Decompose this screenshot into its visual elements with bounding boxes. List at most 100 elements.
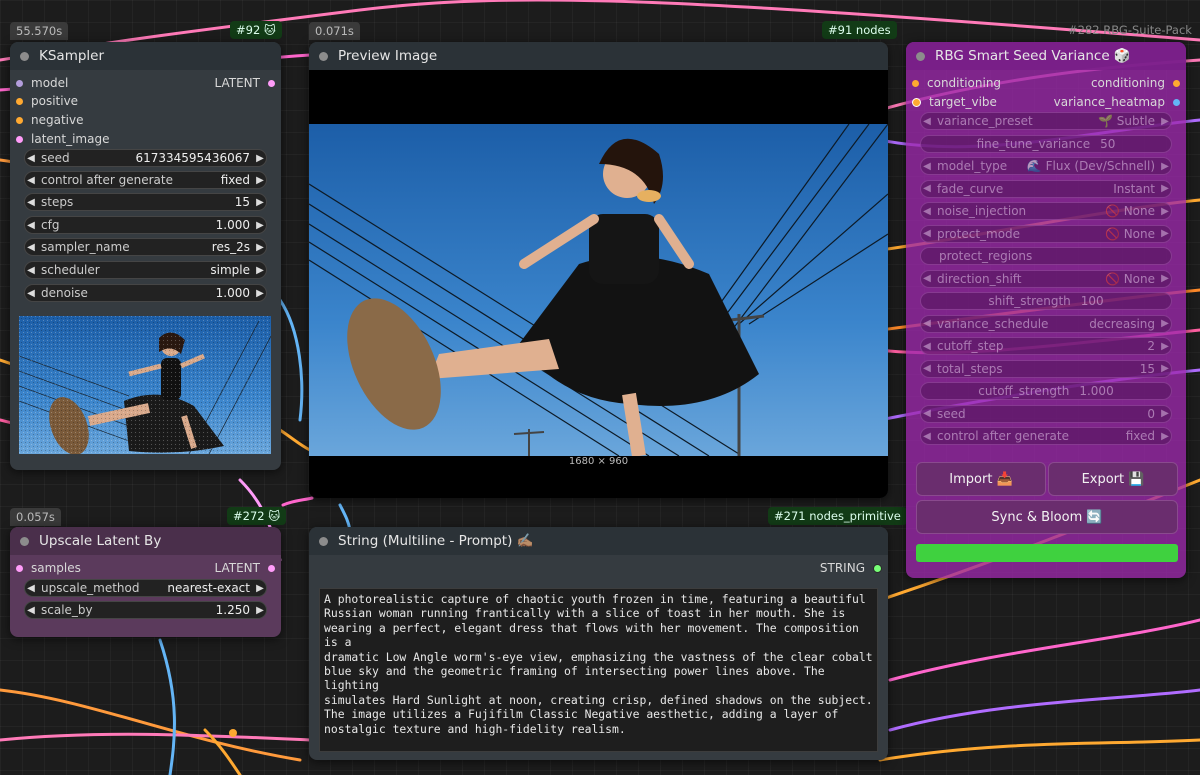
rbg-widget-fine-tune-variance[interactable]: fine_tune_variance 50: [920, 134, 1172, 153]
port-dot-icon[interactable]: [16, 135, 23, 143]
decrement-arrow-icon[interactable]: ◀: [921, 228, 933, 239]
steps-widget[interactable]: ◀ steps 15 ▶: [24, 193, 267, 211]
rbg-smart-seed-variance-node[interactable]: RBG Smart Seed Variance 🎲 conditioning c…: [906, 42, 1186, 578]
increment-arrow-icon[interactable]: ▶: [254, 265, 266, 276]
increment-arrow-icon[interactable]: ▶: [1159, 116, 1171, 127]
decrement-arrow-icon[interactable]: ◀: [921, 116, 933, 127]
output-port-conditioning[interactable]: conditioning: [1091, 76, 1180, 90]
increment-arrow-icon[interactable]: ▶: [1159, 273, 1171, 284]
increment-arrow-icon[interactable]: ▶: [254, 288, 266, 299]
output-port-variance-heatmap[interactable]: variance_heatmap: [1054, 95, 1180, 109]
rbg-widget-model-type[interactable]: ◀ model_type 🌊 Flux (Dev/Schnell) ▶: [920, 157, 1172, 175]
decrement-arrow-icon[interactable]: ◀: [25, 242, 37, 253]
rbg-widget-cutoff-strength[interactable]: cutoff_strength 1.000: [920, 382, 1172, 400]
rbg-widget-seed[interactable]: ◀ seed 0 ▶: [920, 404, 1172, 423]
ksampler-title-bar[interactable]: KSampler: [10, 42, 281, 70]
ksampler-node[interactable]: KSampler model LATENT positive negative …: [10, 42, 281, 470]
port-dot-icon[interactable]: [16, 564, 23, 572]
port-dot-icon[interactable]: [268, 564, 275, 572]
input-port-latent-image[interactable]: latent_image: [16, 132, 109, 146]
increment-arrow-icon[interactable]: ▶: [254, 605, 266, 616]
collapse-dot-icon[interactable]: [319, 536, 328, 546]
rbg-widget-variance-preset[interactable]: ◀ variance_preset 🌱 Subtle ▶: [920, 112, 1172, 130]
decrement-arrow-icon[interactable]: ◀: [921, 161, 933, 172]
decrement-arrow-icon[interactable]: ◀: [25, 153, 37, 164]
increment-arrow-icon[interactable]: ▶: [254, 583, 266, 594]
decrement-arrow-icon[interactable]: ◀: [25, 605, 37, 616]
decrement-arrow-icon[interactable]: ◀: [921, 363, 933, 374]
increment-arrow-icon[interactable]: ▶: [254, 220, 266, 231]
string-multiline-node[interactable]: String (Multiline - Prompt) ✍🏽 STRING A …: [309, 527, 888, 760]
decrement-arrow-icon[interactable]: ◀: [921, 408, 933, 419]
decrement-arrow-icon[interactable]: ◀: [921, 318, 933, 329]
port-dot-icon[interactable]: [268, 79, 275, 87]
increment-arrow-icon[interactable]: ▶: [1159, 183, 1171, 194]
input-port-conditioning[interactable]: conditioning: [912, 76, 1001, 90]
rbg-widget-cutoff-step[interactable]: ◀ cutoff_step 2 ▶: [920, 337, 1172, 355]
increment-arrow-icon[interactable]: ▶: [1159, 363, 1171, 374]
decrement-arrow-icon[interactable]: ◀: [921, 341, 933, 352]
increment-arrow-icon[interactable]: ▶: [254, 153, 266, 164]
output-port-string[interactable]: STRING: [820, 561, 882, 575]
rbg-widget-variance-schedule[interactable]: ◀ variance_schedule decreasing ▶: [920, 314, 1172, 333]
seed-widget[interactable]: ◀ seed 617334595436067 ▶: [24, 149, 267, 167]
increment-arrow-icon[interactable]: ▶: [254, 197, 266, 208]
cfg-widget[interactable]: ◀ cfg 1.000 ▶: [24, 216, 267, 234]
decrement-arrow-icon[interactable]: ◀: [25, 265, 37, 276]
increment-arrow-icon[interactable]: ▶: [1159, 318, 1171, 329]
upscale-latent-node[interactable]: Upscale Latent By samples LATENT ◀ upsca…: [10, 527, 281, 637]
input-port-positive[interactable]: positive: [16, 94, 78, 108]
scheduler-widget[interactable]: ◀ scheduler simple ▶: [24, 261, 267, 279]
increment-arrow-icon[interactable]: ▶: [254, 242, 266, 253]
rbg-widget-fade-curve[interactable]: ◀ fade_curve Instant ▶: [920, 179, 1172, 198]
decrement-arrow-icon[interactable]: ◀: [921, 183, 933, 194]
increment-arrow-icon[interactable]: ▶: [1159, 341, 1171, 352]
decrement-arrow-icon[interactable]: ◀: [921, 206, 933, 217]
input-port-model[interactable]: model: [16, 76, 68, 90]
increment-arrow-icon[interactable]: ▶: [1159, 161, 1171, 172]
port-dot-icon[interactable]: [873, 563, 882, 573]
rbg-widget-total-steps[interactable]: ◀ total_steps 15 ▶: [920, 359, 1172, 378]
port-dot-icon[interactable]: [912, 79, 919, 87]
increment-arrow-icon[interactable]: ▶: [1159, 408, 1171, 419]
decrement-arrow-icon[interactable]: ◀: [25, 583, 37, 594]
denoise-widget[interactable]: ◀ denoise 1.000 ▶: [24, 284, 267, 302]
output-port-latent[interactable]: LATENT: [215, 76, 275, 90]
import-button[interactable]: Import 📥: [916, 462, 1046, 496]
input-port-negative[interactable]: negative: [16, 113, 83, 127]
decrement-arrow-icon[interactable]: ◀: [25, 197, 37, 208]
upscale-title-bar[interactable]: Upscale Latent By: [10, 527, 281, 555]
string-title-bar[interactable]: String (Multiline - Prompt) ✍🏽: [309, 527, 888, 555]
port-dot-icon[interactable]: [1173, 98, 1180, 106]
prompt-textarea[interactable]: A photorealistic capture of chaotic yout…: [319, 588, 878, 752]
port-dot-icon[interactable]: [1173, 79, 1180, 87]
rbg-widget-direction-shift[interactable]: ◀ direction_shift 🚫 None ▶: [920, 269, 1172, 288]
collapse-dot-icon[interactable]: [20, 536, 29, 546]
preview-title-bar[interactable]: Preview Image: [309, 42, 888, 70]
collapse-dot-icon[interactable]: [319, 51, 328, 61]
collapse-dot-icon[interactable]: [916, 51, 925, 61]
sync-bloom-button[interactable]: Sync & Bloom 🔄: [916, 500, 1178, 534]
collapse-dot-icon[interactable]: [20, 51, 29, 61]
decrement-arrow-icon[interactable]: ◀: [25, 175, 37, 186]
rbg-widget-shift-strength[interactable]: shift_strength 100: [920, 292, 1172, 310]
increment-arrow-icon[interactable]: ▶: [1159, 206, 1171, 217]
rbg-widget-protect-mode[interactable]: ◀ protect_mode 🚫 None ▶: [920, 224, 1172, 243]
decrement-arrow-icon[interactable]: ◀: [25, 220, 37, 231]
port-dot-icon[interactable]: [16, 79, 23, 87]
increment-arrow-icon[interactable]: ▶: [1159, 228, 1171, 239]
input-port-target-vibe[interactable]: target_vibe: [912, 95, 997, 109]
input-port-samples[interactable]: samples: [16, 561, 81, 575]
rbg-widget-control-after-generate[interactable]: ◀ control after generate fixed ▶: [920, 427, 1172, 445]
rbg-widget-protect-regions[interactable]: protect_regions: [920, 247, 1172, 265]
upscale-method-widget[interactable]: ◀ upscale_method nearest-exact ▶: [24, 579, 267, 597]
decrement-arrow-icon[interactable]: ◀: [25, 288, 37, 299]
sampler-name-widget[interactable]: ◀ sampler_name res_2s ▶: [24, 238, 267, 256]
control-after-generate-widget[interactable]: ◀ control after generate fixed ▶: [24, 171, 267, 189]
port-dot-icon[interactable]: [912, 97, 921, 107]
decrement-arrow-icon[interactable]: ◀: [921, 431, 933, 442]
increment-arrow-icon[interactable]: ▶: [1159, 431, 1171, 442]
export-button[interactable]: Export 💾: [1048, 462, 1178, 496]
port-dot-icon[interactable]: [16, 116, 23, 124]
decrement-arrow-icon[interactable]: ◀: [921, 273, 933, 284]
